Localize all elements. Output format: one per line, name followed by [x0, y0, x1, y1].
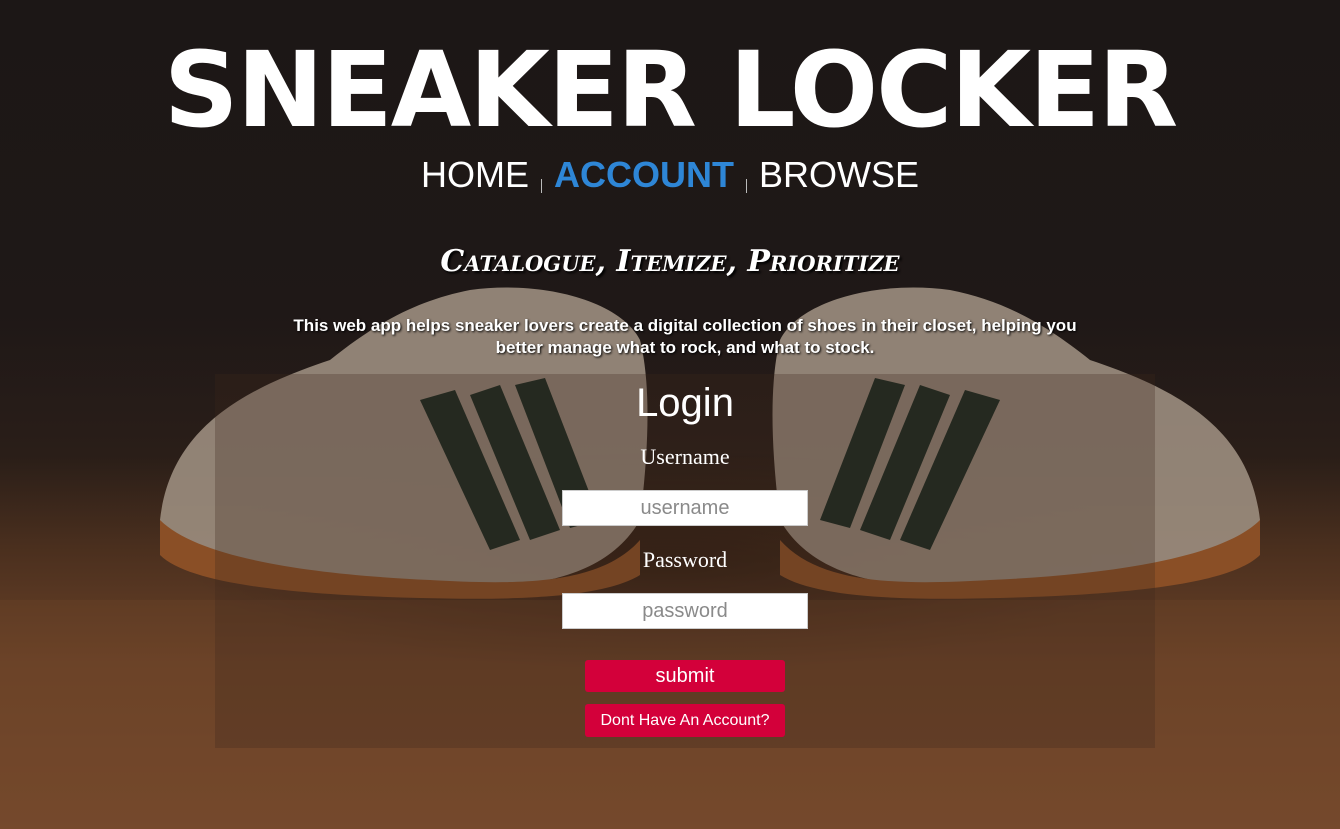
username-input[interactable]	[562, 490, 808, 526]
tagline: Catalogue, Itemize, Prioritize	[440, 244, 900, 279]
app-description: This web app helps sneaker lovers create…	[293, 316, 1077, 357]
login-panel: Login Username Password submit Dont Have…	[215, 374, 1155, 748]
main-nav: HOME ACCOUNT BROWSE	[0, 152, 1340, 198]
login-title: Login	[636, 381, 734, 425]
site-title: SNEAKER LOCKER	[163, 29, 1178, 151]
nav-separator	[541, 179, 542, 193]
password-label: Password	[642, 547, 728, 572]
nav-account-link[interactable]: ACCOUNT	[554, 154, 734, 195]
nav-home-link[interactable]: HOME	[421, 154, 529, 195]
nav-separator	[745, 179, 747, 193]
submit-button[interactable]: submit	[585, 660, 785, 692]
nav-browse-link[interactable]: BROWSE	[759, 154, 919, 195]
password-input[interactable]	[562, 593, 808, 629]
username-label: Username	[640, 444, 730, 469]
register-button[interactable]: Dont Have An Account?	[585, 704, 785, 737]
